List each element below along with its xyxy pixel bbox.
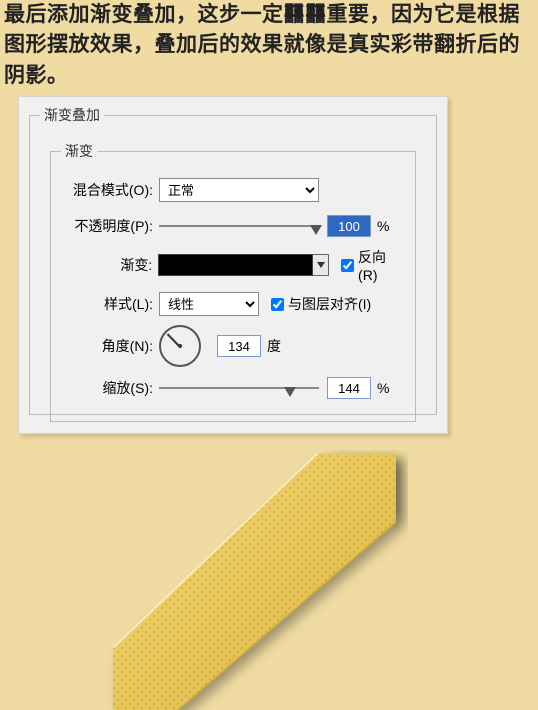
reverse-checkbox[interactable] (341, 259, 354, 272)
align-checkbox[interactable] (271, 298, 284, 311)
blend-mode-label: 混合模式(O): (61, 180, 159, 200)
reverse-checkbox-label[interactable]: 反向(R) (341, 247, 405, 283)
chevron-down-icon (317, 262, 325, 268)
intro-text: 最后添加渐变叠加，这步一定䨻䨻重要，因为它是根据图形摆放效果，叠加后的效果就像是… (0, 0, 538, 99)
opacity-label: 不透明度(P): (61, 216, 159, 236)
outer-legend: 渐变叠加 (40, 105, 104, 125)
angle-label: 角度(N): (61, 336, 159, 356)
opacity-slider[interactable] (159, 217, 319, 235)
style-select[interactable]: 线性 (159, 292, 259, 316)
align-text: 与图层对齐(I) (288, 294, 371, 314)
angle-dial[interactable] (159, 325, 201, 367)
gradient-swatch[interactable] (158, 254, 313, 276)
opacity-input[interactable] (327, 215, 371, 237)
inner-fieldset: 渐变 混合模式(O): 正常 不透明度(P): % 渐变: (50, 141, 416, 422)
reverse-text: 反向(R) (358, 247, 405, 283)
scale-row: 缩放(S): % (61, 373, 405, 403)
gradient-dropdown-button[interactable] (313, 254, 329, 276)
opacity-suffix: % (377, 218, 389, 234)
outer-fieldset: 渐变叠加 渐变 混合模式(O): 正常 不透明度(P): % (29, 105, 437, 415)
scale-input[interactable] (327, 377, 371, 399)
angle-suffix: 度 (267, 336, 281, 356)
align-checkbox-label[interactable]: 与图层对齐(I) (271, 294, 371, 314)
blend-mode-row: 混合模式(O): 正常 (61, 175, 405, 205)
gradient-label: 渐变: (61, 255, 158, 275)
scale-slider[interactable] (159, 379, 319, 397)
inner-legend: 渐变 (61, 141, 97, 161)
intro-line: 最后添加渐变叠加，这步一定䨻䨻重要，因为它是根据图形摆放效果，叠加后的效果就像是… (4, 3, 520, 87)
angle-input[interactable] (217, 335, 261, 357)
angle-row: 角度(N): 度 (61, 325, 405, 367)
gradient-overlay-panel: 渐变叠加 渐变 混合模式(O): 正常 不透明度(P): % (18, 96, 448, 434)
style-label: 样式(L): (61, 294, 159, 314)
scale-suffix: % (377, 380, 389, 396)
gradient-row: 渐变: 反向(R) (61, 247, 405, 283)
style-row: 样式(L): 线性 与图层对齐(I) (61, 289, 405, 319)
opacity-row: 不透明度(P): % (61, 211, 405, 241)
blend-mode-select[interactable]: 正常 (159, 178, 319, 202)
scale-label: 缩放(S): (61, 378, 159, 398)
ribbon-preview (108, 450, 408, 690)
